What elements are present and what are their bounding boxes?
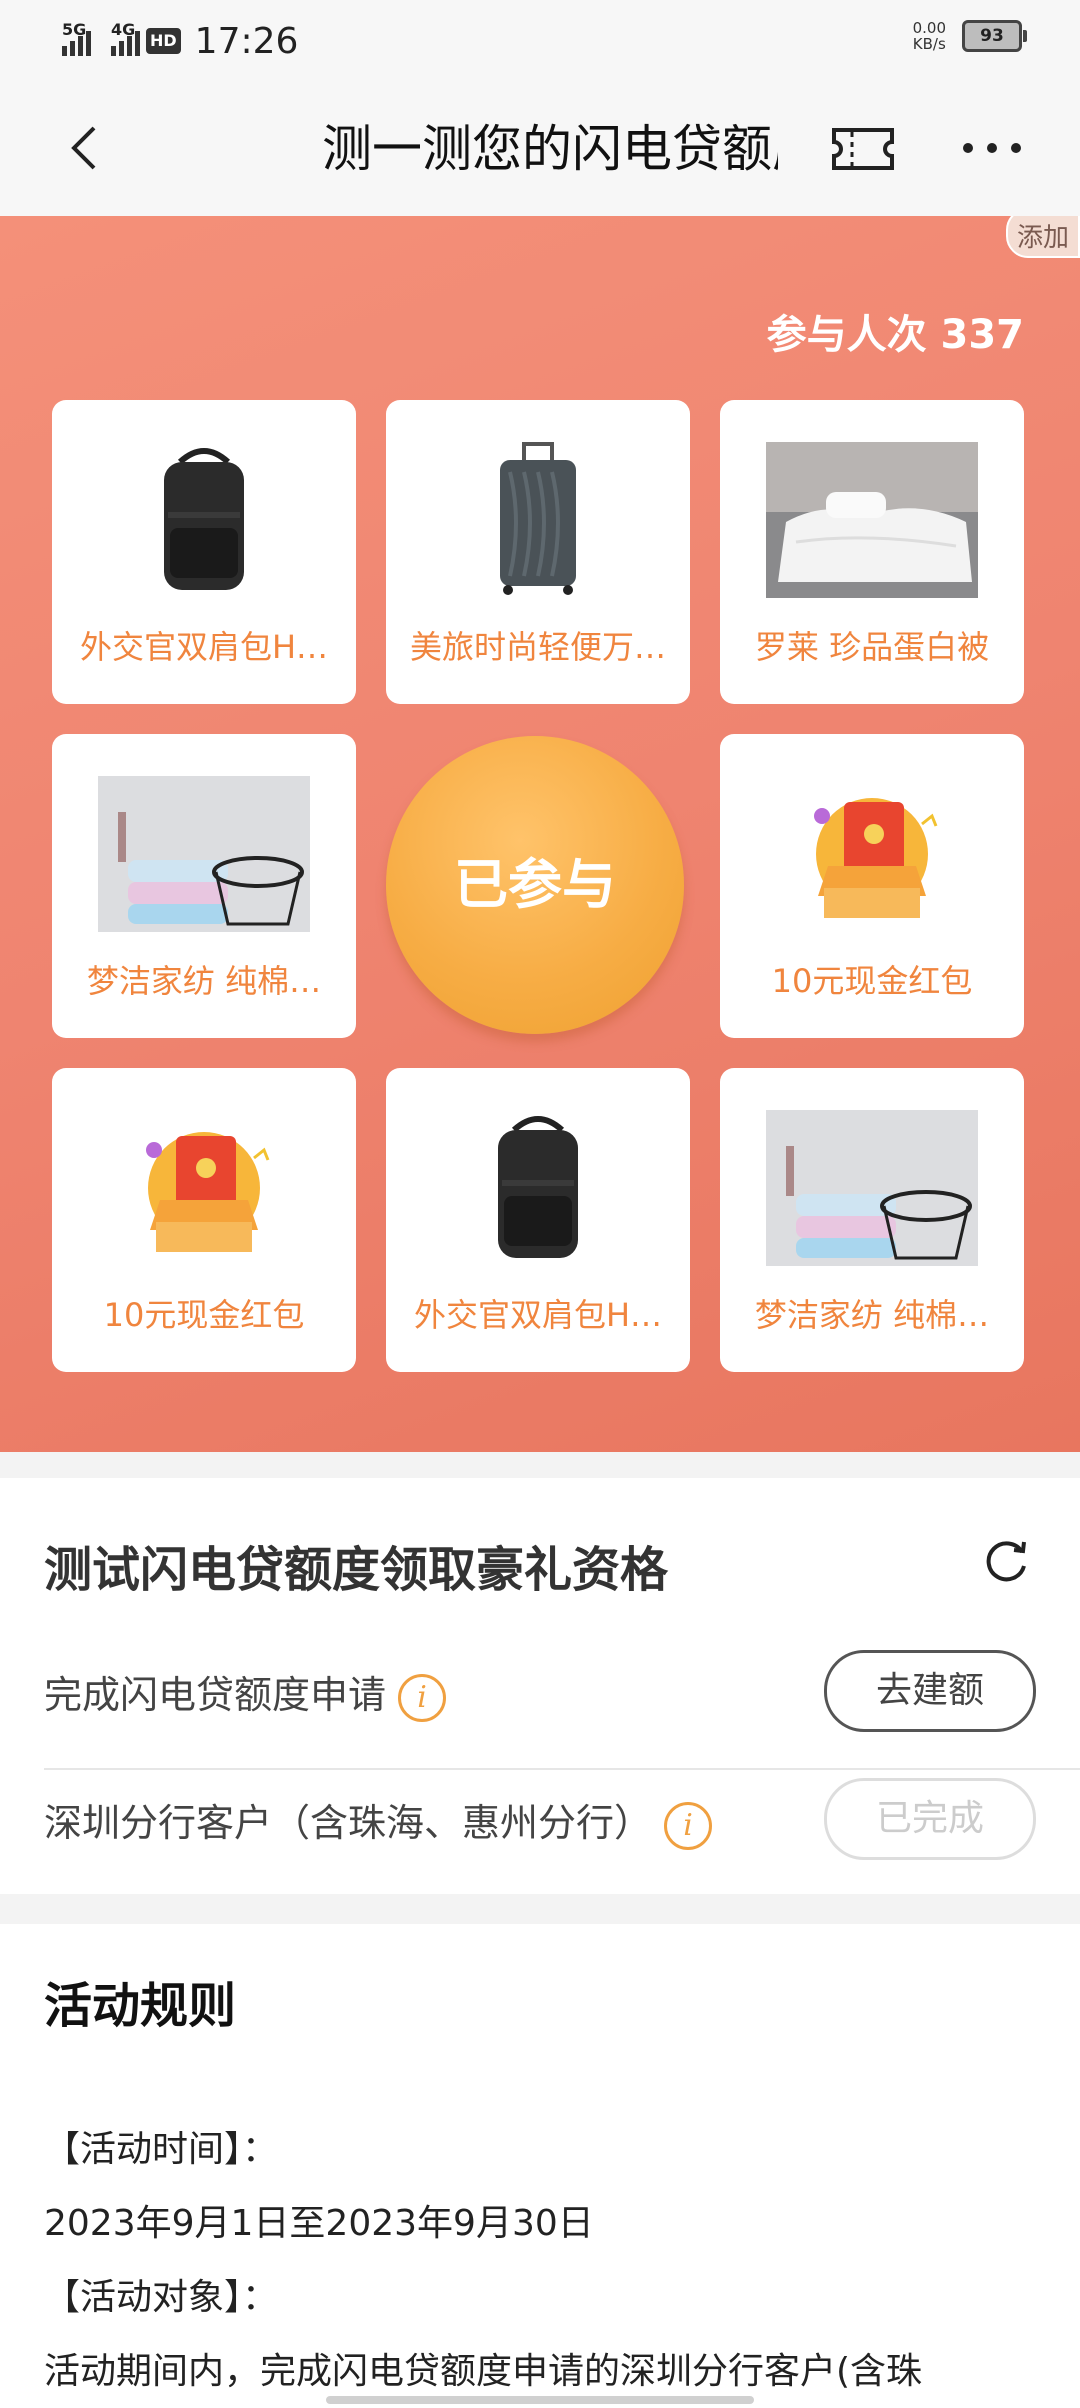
signal-5g-icon: 5G	[62, 20, 91, 56]
requirements-title: 测试闪电贷额度领取豪礼资格	[44, 1542, 669, 1598]
requirements-card: 测试闪电贷额度领取豪礼资格 完成闪电贷额度申请 i 去建额 深圳分行客户（含珠海、…	[0, 1478, 1080, 1894]
towels-icon	[98, 776, 310, 932]
hd-icon: HD	[146, 28, 181, 54]
prize-cell[interactable]: 外交官双肩包H…	[52, 400, 356, 704]
nav-bar: 测一测您的闪电贷额度	[0, 82, 1080, 216]
red-packet-icon	[146, 1132, 270, 1252]
prize-cell[interactable]: 罗莱 珍品蛋白被	[720, 400, 1024, 704]
chevron-left-icon[interactable]	[60, 122, 112, 174]
apply-credit-button[interactable]: 去建额	[824, 1650, 1036, 1732]
prize-label: 10元现金红包	[103, 1296, 305, 1334]
prize-cell[interactable]: 外交官双肩包H…	[386, 1068, 690, 1372]
prize-label: 美旅时尚轻便万…	[409, 628, 666, 666]
prize-label: 外交官双肩包H…	[413, 1296, 663, 1334]
refresh-icon[interactable]	[984, 1538, 1030, 1584]
home-indicator[interactable]	[326, 2396, 754, 2404]
prize-label: 10元现金红包	[771, 962, 973, 1000]
requirement-row: 完成闪电贷额度申请 i 去建额	[44, 1628, 1080, 1754]
prize-cell[interactable]: 10元现金红包	[720, 734, 1024, 1038]
more-dots-icon[interactable]	[960, 140, 1024, 156]
status-bar: 5G 4G HD 17:26 0.00 KB/s 93	[0, 0, 1080, 82]
prize-cell[interactable]: 梦洁家纺 纯棉…	[52, 734, 356, 1038]
prize-cell[interactable]: 梦洁家纺 纯棉…	[720, 1068, 1024, 1372]
page-title: 测一测您的闪电贷额度	[322, 120, 778, 178]
completed-button: 已完成	[824, 1778, 1036, 1860]
rules-section: 活动规则 【活动时间】： 2023年9月1日至2023年9月30日 【活动对象】…	[0, 1924, 1080, 2408]
rule-line: 【活动对象】：	[44, 2277, 279, 2318]
quilt-icon	[766, 442, 978, 598]
red-packet-icon	[814, 798, 938, 918]
prize-label: 罗莱 珍品蛋白被	[754, 628, 990, 666]
backpack-icon	[164, 448, 244, 590]
prize-cell[interactable]: 美旅时尚轻便万…	[386, 400, 690, 704]
lottery-panel: 添加 参与人次 337 外交官双肩包H… 美旅时尚轻便万… 罗莱 珍品蛋白被 梦…	[0, 216, 1080, 1452]
rule-line: 2023年9月1日至2023年9月30日	[44, 2203, 594, 2244]
prize-label: 梦洁家纺 纯棉…	[86, 962, 322, 1000]
status-time: 17:26	[194, 20, 299, 62]
rules-title: 活动规则	[44, 1978, 237, 2034]
info-icon[interactable]: i	[398, 1673, 447, 1722]
signal-4g-icon: 4G	[111, 20, 140, 56]
participant-count: 参与人次 337	[766, 312, 1024, 358]
requirement-row: 深圳分行客户（含珠海、惠州分行） i 已完成	[44, 1756, 1080, 1882]
prize-label: 外交官双肩包H…	[79, 628, 329, 666]
prize-label: 梦洁家纺 纯棉…	[754, 1296, 990, 1334]
battery-icon: 93	[962, 20, 1027, 52]
ticket-icon[interactable]	[830, 124, 896, 174]
suitcase-icon	[500, 442, 576, 595]
requirement-text: 深圳分行客户（含珠海、惠州分行）	[44, 1801, 653, 1845]
prize-cell[interactable]: 10元现金红包	[52, 1068, 356, 1372]
network-speed: 0.00 KB/s	[912, 19, 946, 53]
towels-icon	[766, 1110, 978, 1266]
add-tag[interactable]: 添加	[1006, 216, 1080, 258]
requirement-text: 完成闪电贷额度申请	[44, 1673, 387, 1717]
backpack-icon	[498, 1116, 578, 1258]
rule-line: 活动期间内，完成闪电贷额度申请的深圳分行客户(含珠	[44, 2351, 923, 2392]
draw-button[interactable]: 已参与	[386, 736, 684, 1034]
info-icon[interactable]: i	[664, 1801, 713, 1850]
rule-line: 【活动时间】：	[44, 2129, 279, 2170]
